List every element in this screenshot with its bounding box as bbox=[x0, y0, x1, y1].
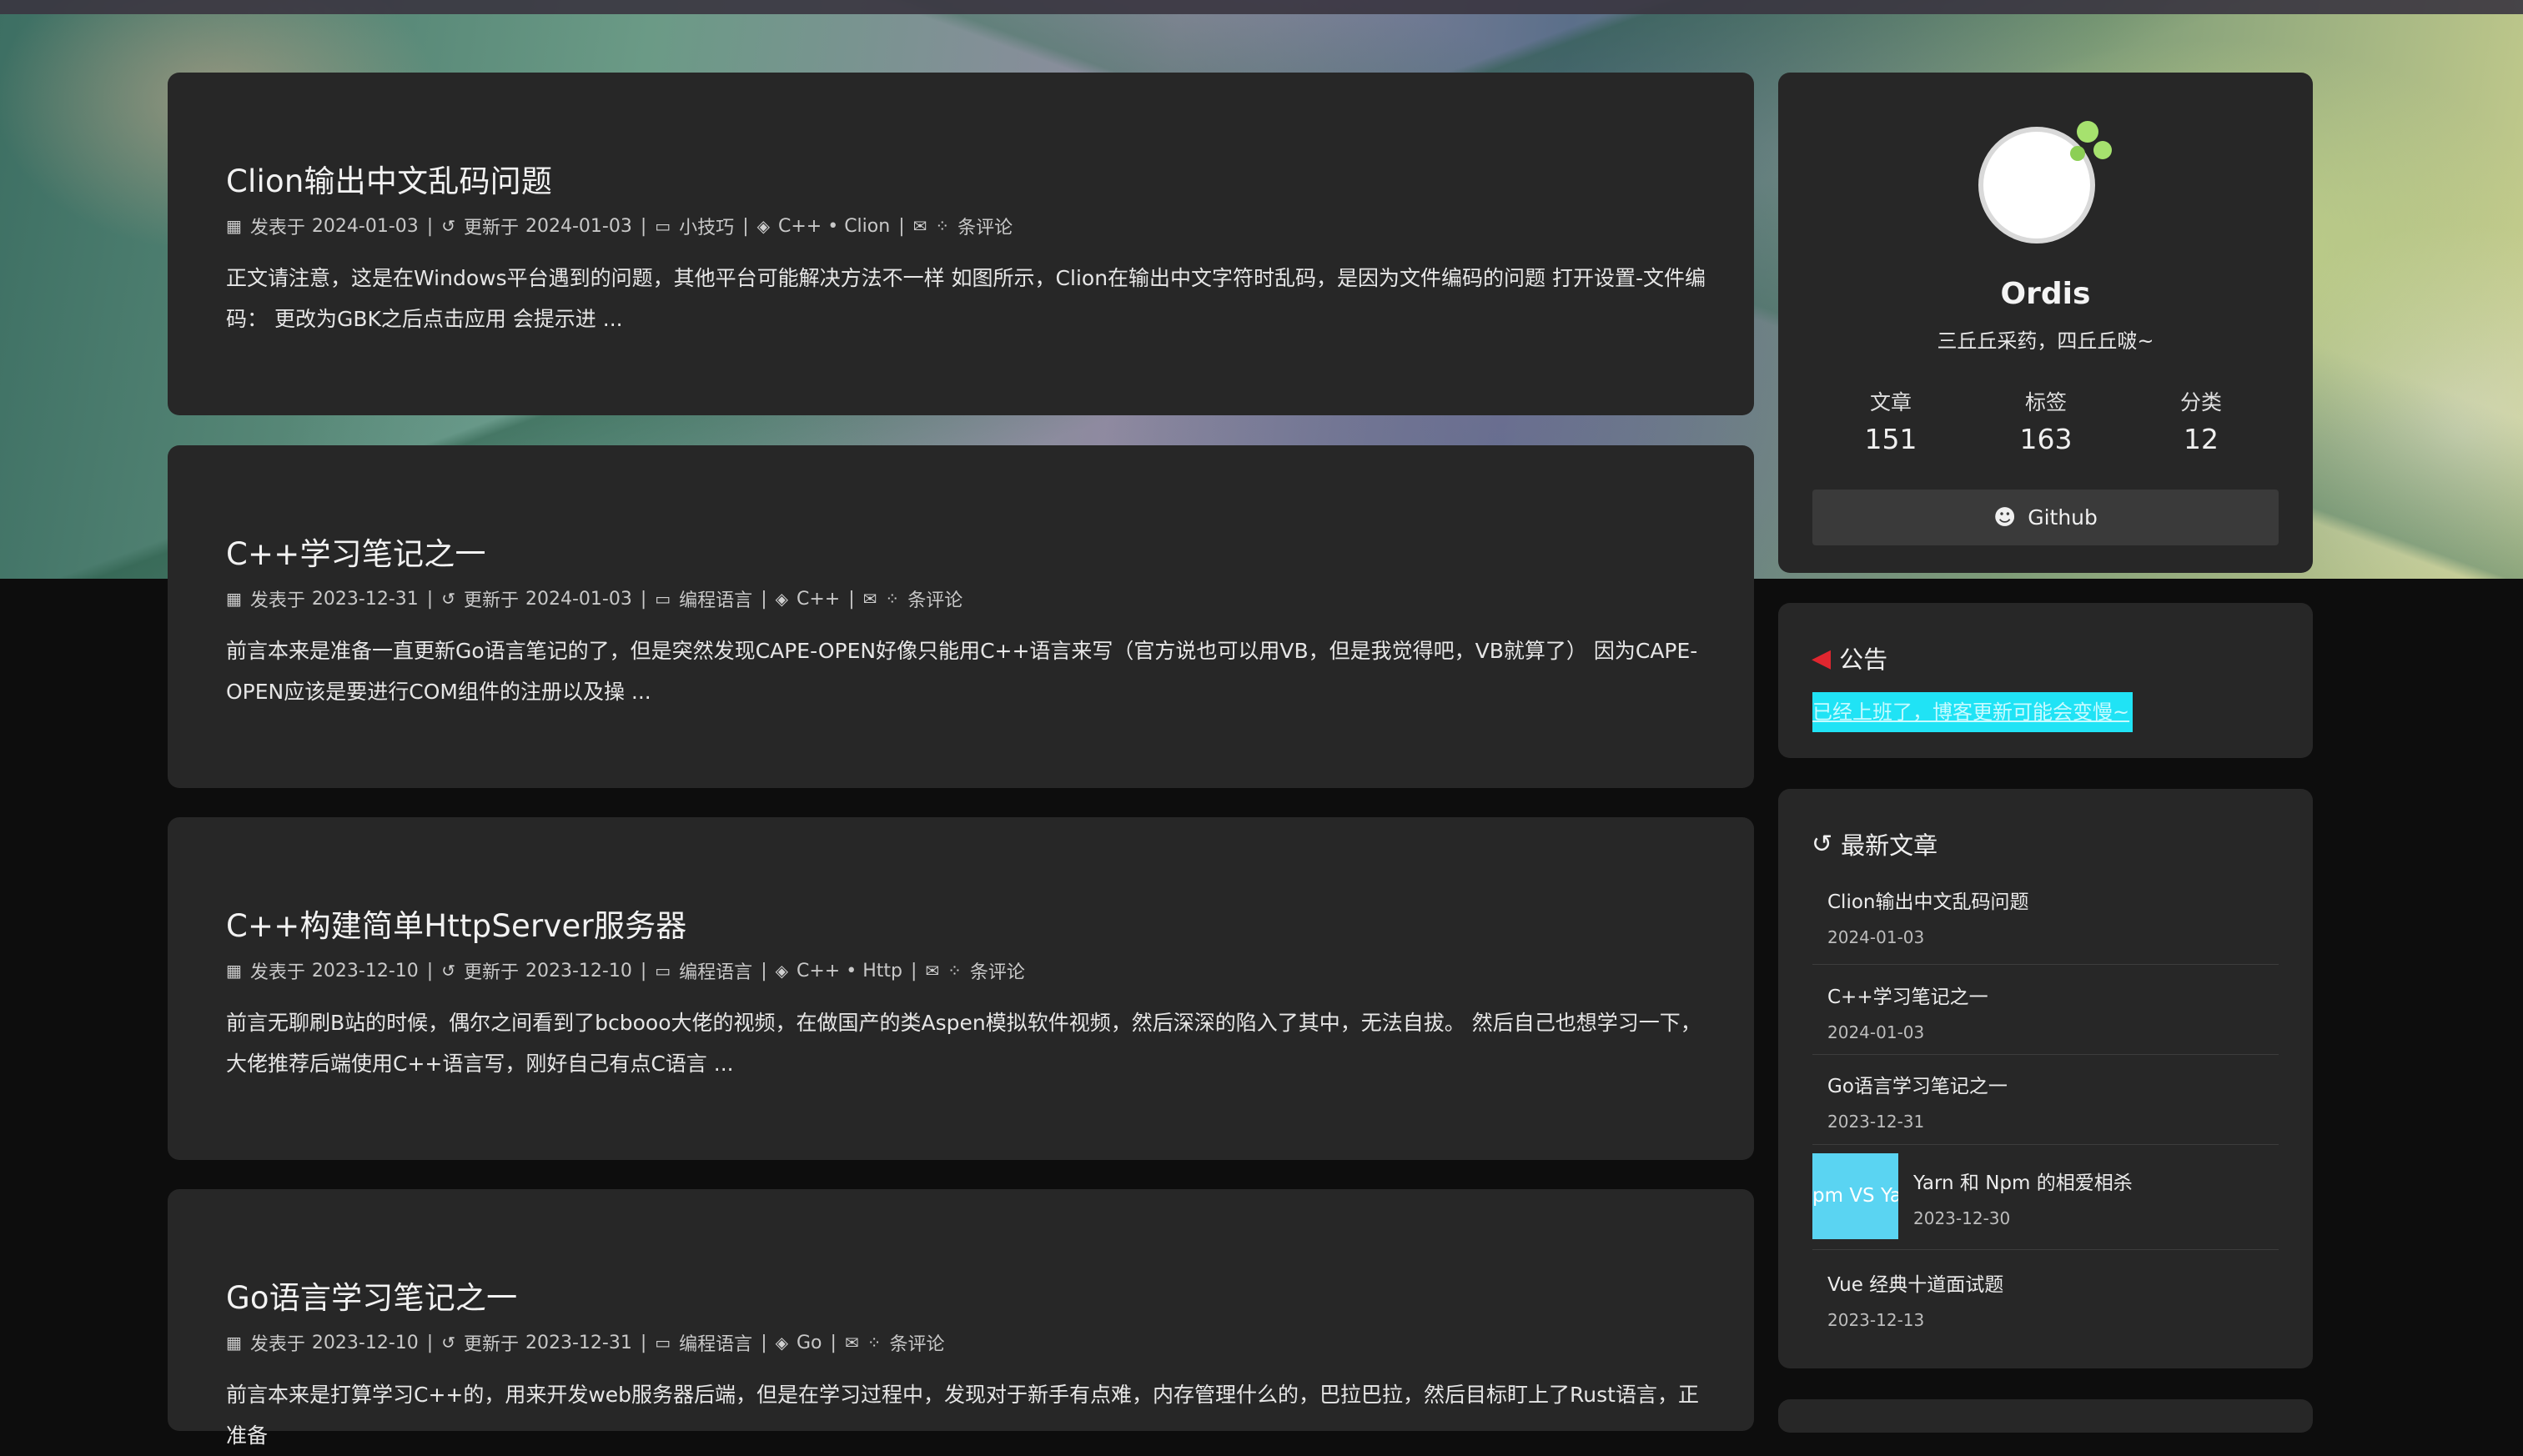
history-icon: ↺ bbox=[441, 216, 455, 236]
post-meta: ▦ 发表于 2024-01-03 | ↺ 更新于 2024-01-03 | ▭ 小技… bbox=[226, 213, 1013, 239]
post-meta: ▦ 发表于 2023-12-31 | ↺ 更新于 2024-01-03 | ▭ 编程… bbox=[226, 585, 962, 612]
tag-icon: ◈ bbox=[775, 589, 788, 609]
comments-icon: ✉ bbox=[844, 1333, 859, 1353]
loading-icon: ⁘ bbox=[867, 1333, 882, 1353]
post-meta: ▦ 发表于 2023-12-10 | ↺ 更新于 2023-12-10 | ▭ 编程… bbox=[226, 957, 1025, 984]
stat-articles[interactable]: 文章 151 bbox=[1841, 386, 1941, 455]
comments-icon: ✉ bbox=[912, 216, 927, 236]
post-excerpt: 前言本来是打算学习C++的，用来开发web服务器后端，但是在学习过程中，发现对于… bbox=[226, 1383, 1699, 1448]
tag-icon: ◈ bbox=[775, 1333, 788, 1353]
github-icon: ☻ bbox=[1993, 505, 2017, 530]
post-card[interactable]: Clion输出中文乱码问题 ▦ 发表于 2024-01-03 | ↺ 更新于 20… bbox=[168, 73, 1754, 415]
sidebar-card-partial bbox=[1778, 1399, 2313, 1433]
announcement-text: 已经上班了，博客更新可能会变慢~ bbox=[1812, 692, 2133, 732]
recent-posts-card: ↺ 最新文章 Clion输出中文乱码问题 2024-01-03 C++学习笔记之… bbox=[1778, 789, 2313, 1368]
history-icon: ↺ bbox=[441, 961, 455, 981]
loading-icon: ⁘ bbox=[947, 961, 962, 981]
post-category[interactable]: 小技巧 bbox=[679, 213, 734, 239]
post-tags[interactable]: C++ • Http bbox=[797, 961, 902, 982]
recent-post-item[interactable]: C++学习笔记之一 2024-01-03 bbox=[1812, 981, 2279, 1042]
recent-post-item[interactable]: Go语言学习笔记之一 2023-12-31 bbox=[1812, 1070, 2279, 1132]
recent-post-item[interactable]: Clion输出中文乱码问题 2024-01-03 bbox=[1812, 886, 2279, 947]
loading-icon: ⁘ bbox=[885, 589, 900, 609]
inbox-icon: ▭ bbox=[655, 961, 671, 981]
comment-count[interactable]: 条评论 bbox=[970, 957, 1025, 984]
megaphone-icon: ◀ bbox=[1812, 643, 1832, 673]
comment-count[interactable]: 条评论 bbox=[957, 213, 1013, 239]
post-title[interactable]: C++学习笔记之一 bbox=[226, 529, 486, 574]
post-excerpt: 前言无聊刷B站的时候，偶尔之间看到了bcbooo大佬的视频，在做国产的类Aspe… bbox=[226, 1011, 1701, 1076]
history-icon: ↺ bbox=[1812, 829, 1833, 859]
calendar-icon: ▦ bbox=[226, 589, 242, 609]
author-description: 三丘丘采药，四丘丘啵~ bbox=[1937, 329, 2154, 353]
post-card[interactable]: C++学习笔记之一 ▦ 发表于 2023-12-31 | ↺ 更新于 2024-0… bbox=[168, 445, 1754, 788]
announcement-title: ◀ 公告 bbox=[1812, 643, 1888, 675]
inbox-icon: ▭ bbox=[655, 1333, 671, 1353]
inbox-icon: ▭ bbox=[655, 589, 671, 609]
author-card: Ordis 三丘丘采药，四丘丘啵~ 文章 151 标签 163 分类 12 ☻ … bbox=[1778, 73, 2313, 573]
calendar-icon: ▦ bbox=[226, 1333, 242, 1353]
top-bar bbox=[0, 0, 2523, 14]
history-icon: ↺ bbox=[441, 589, 455, 609]
post-card[interactable]: Go语言学习笔记之一 ▦ 发表于 2023-12-10 | ↺ 更新于 2023-… bbox=[168, 1189, 1754, 1448]
inbox-icon: ▭ bbox=[655, 216, 671, 236]
github-button[interactable]: ☻ Github bbox=[1812, 490, 2279, 545]
post-title[interactable]: C++构建简单HttpServer服务器 bbox=[226, 901, 687, 946]
post-category[interactable]: 编程语言 bbox=[679, 957, 752, 984]
stat-tags[interactable]: 标签 163 bbox=[1996, 386, 2096, 455]
post-category[interactable]: 编程语言 bbox=[679, 1329, 752, 1356]
stat-categories[interactable]: 分类 12 bbox=[2151, 386, 2251, 455]
history-icon: ↺ bbox=[441, 1333, 455, 1353]
post-title[interactable]: Go语言学习笔记之一 bbox=[226, 1273, 517, 1318]
post-tags[interactable]: C++ • Clion bbox=[778, 216, 890, 237]
post-tags[interactable]: C++ bbox=[797, 589, 840, 610]
post-card[interactable]: C++构建简单HttpServer服务器 ▦ 发表于 2023-12-10 | ↺… bbox=[168, 817, 1754, 1160]
post-meta: ▦ 发表于 2023-12-10 | ↺ 更新于 2023-12-31 | ▭ 编程… bbox=[226, 1329, 944, 1356]
author-name: Ordis bbox=[2000, 277, 2091, 311]
recent-post-item[interactable]: pm VS Yar Yarn 和 Npm 的相爱相杀 2023-12-30 bbox=[1812, 1153, 2279, 1239]
comments-icon: ✉ bbox=[925, 961, 940, 981]
recent-post-item[interactable]: Vue 经典十道面试题 2023-12-13 bbox=[1812, 1268, 2279, 1330]
comment-count[interactable]: 条评论 bbox=[907, 585, 962, 612]
post-excerpt: 正文请注意，这是在Windows平台遇到的问题，其他平台可能解决方法不一样 如图… bbox=[226, 266, 1706, 331]
loading-icon: ⁘ bbox=[935, 216, 950, 236]
avatar[interactable] bbox=[1978, 127, 2095, 244]
post-tags[interactable]: Go bbox=[797, 1333, 822, 1353]
comment-count[interactable]: 条评论 bbox=[889, 1329, 944, 1356]
post-category[interactable]: 编程语言 bbox=[679, 585, 752, 612]
post-thumbnail[interactable]: pm VS Yar bbox=[1812, 1153, 1898, 1239]
comments-icon: ✉ bbox=[862, 589, 877, 609]
announcement-card: ◀ 公告 已经上班了，博客更新可能会变慢~ bbox=[1778, 603, 2313, 758]
tag-icon: ◈ bbox=[775, 961, 788, 981]
recent-posts-title: ↺ 最新文章 bbox=[1812, 829, 1938, 861]
calendar-icon: ▦ bbox=[226, 216, 242, 236]
post-title[interactable]: Clion输出中文乱码问题 bbox=[226, 156, 552, 201]
post-excerpt: 前言本来是准备一直更新Go语言笔记的了，但是突然发现CAPE-OPEN好像只能用… bbox=[226, 639, 1698, 704]
calendar-icon: ▦ bbox=[226, 961, 242, 981]
tag-icon: ◈ bbox=[756, 216, 770, 236]
